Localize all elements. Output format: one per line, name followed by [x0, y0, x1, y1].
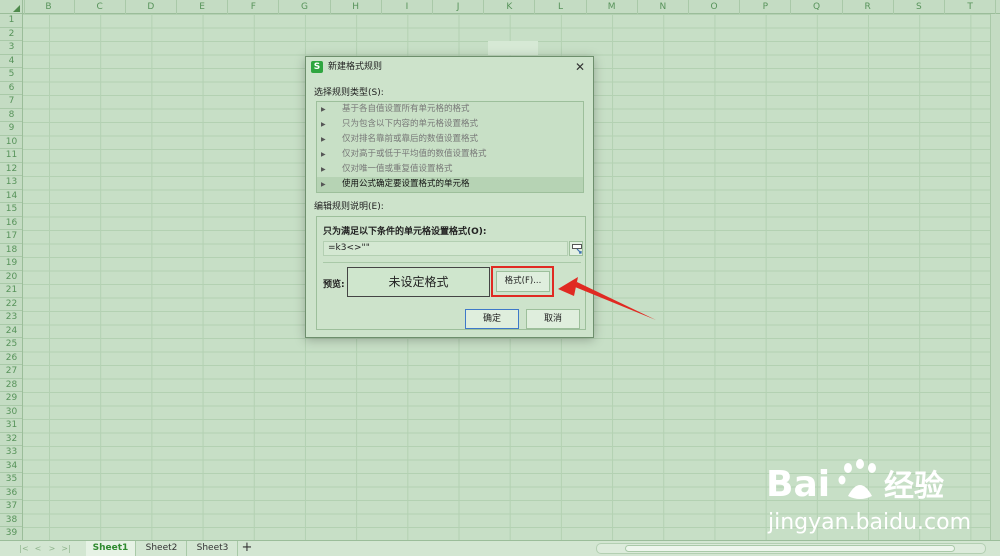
paw-logo-icon: Bai 经验: [766, 459, 944, 505]
watermark-url: jingyan.baidu.com: [768, 510, 972, 535]
svg-text:Bai: Bai: [766, 464, 830, 505]
baidu-watermark: Bai 经验 jingyan.baidu.com: [760, 452, 990, 542]
svg-text:经验: 经验: [884, 469, 944, 504]
